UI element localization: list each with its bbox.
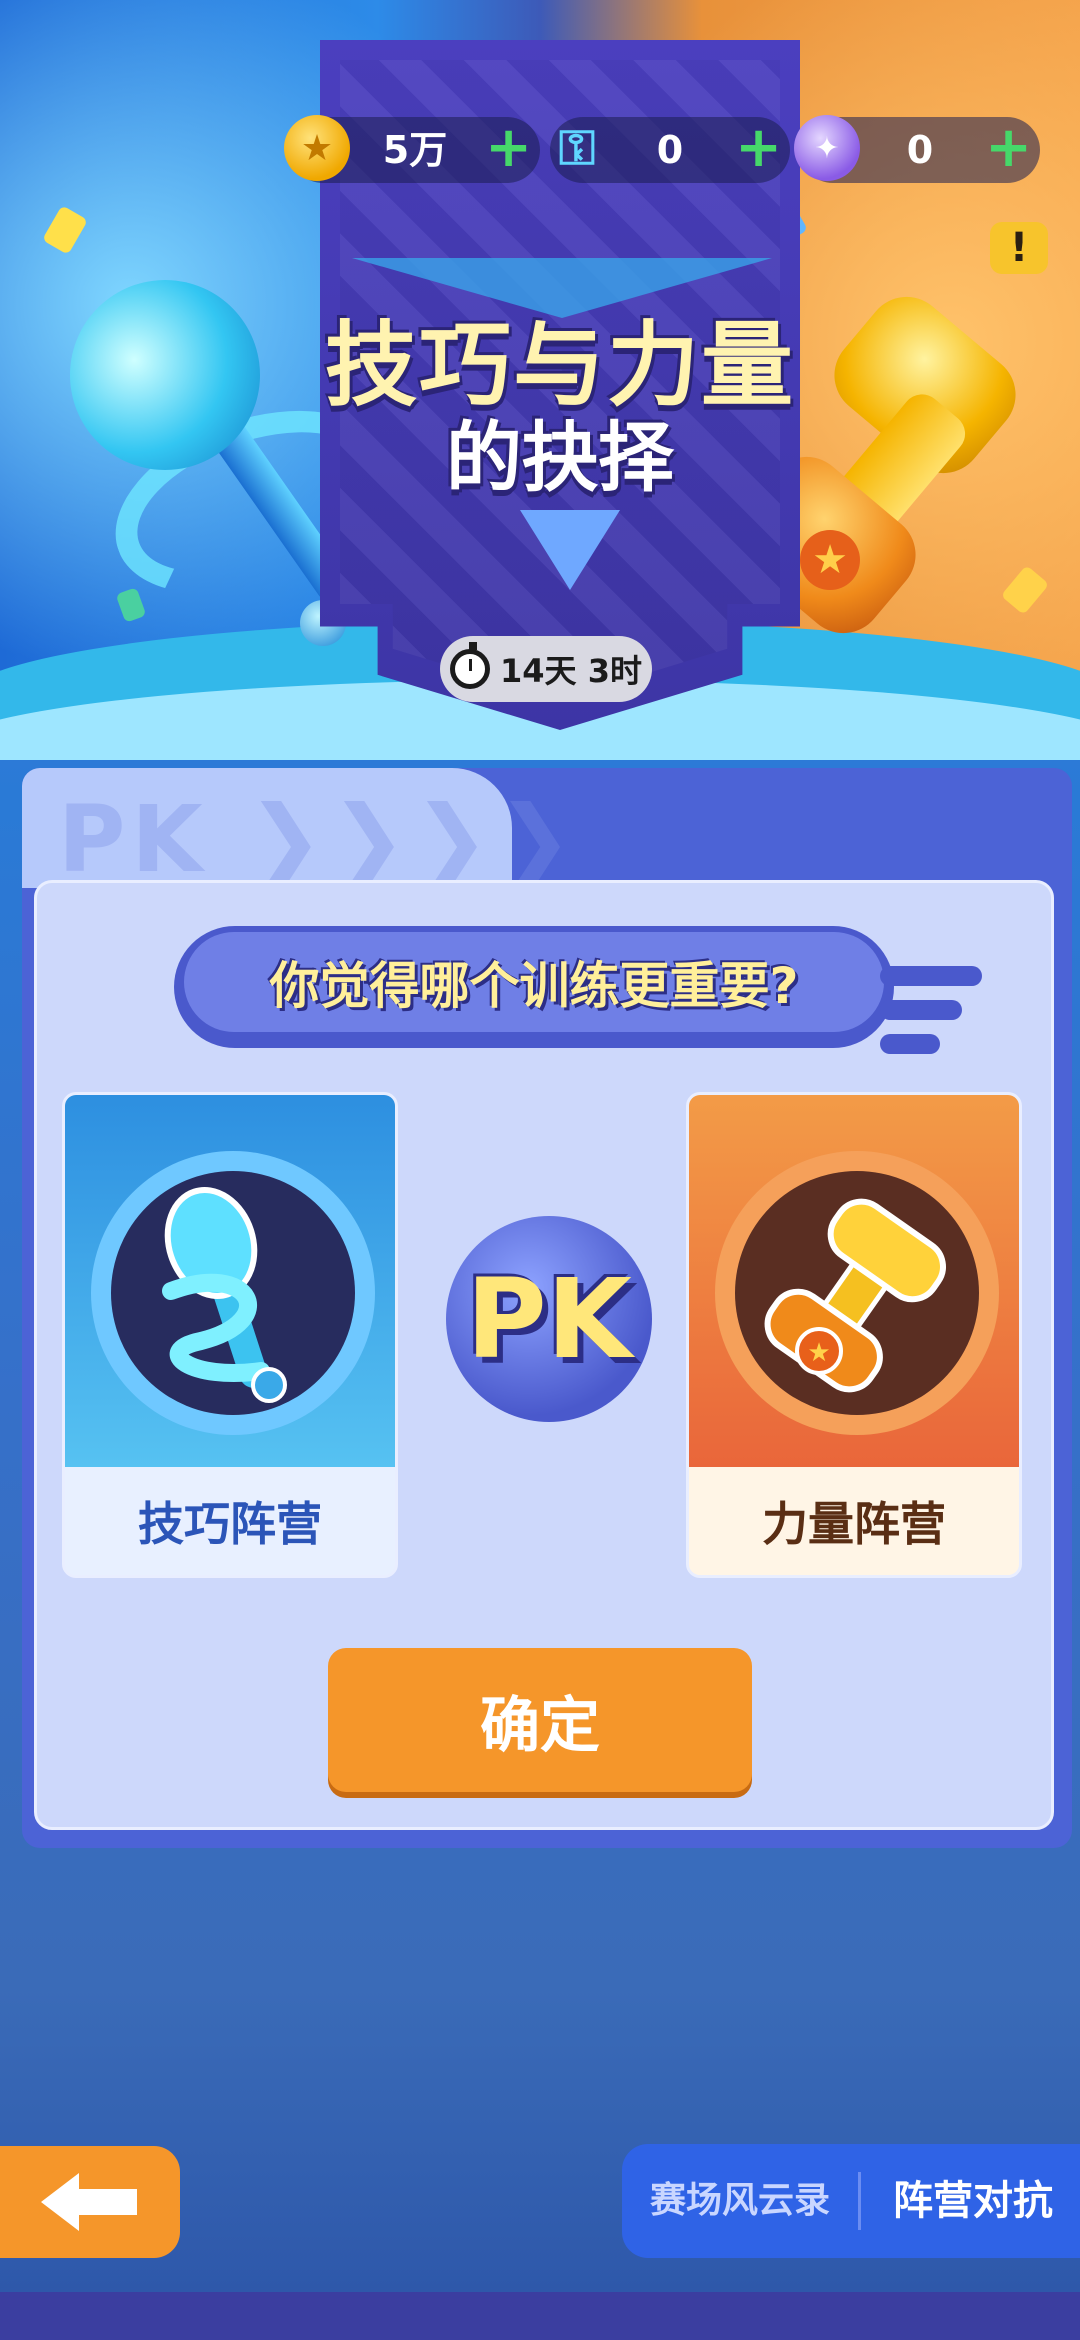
power-medal-inner: ★ xyxy=(735,1171,979,1415)
currency-key: ⚿ 0 + xyxy=(550,117,790,183)
question-streak xyxy=(880,966,982,986)
svg-text:★: ★ xyxy=(807,1338,830,1368)
question-streak xyxy=(880,1000,962,1020)
star-icon: ★ xyxy=(800,530,860,590)
skill-faction-label: 技巧阵营 xyxy=(65,1467,395,1575)
pk-watermark: PK ❯❯❯❯ xyxy=(58,786,580,893)
power-faction-card[interactable]: ★ 力量阵营 xyxy=(686,1092,1022,1578)
add-key-button[interactable]: + xyxy=(735,117,782,183)
confetti-piece xyxy=(42,205,88,255)
event-timer: 14天 3时 xyxy=(440,636,652,702)
timer-text: 14天 3时 xyxy=(500,652,642,690)
title-decor-triangle xyxy=(352,258,772,318)
pk-label: PK xyxy=(466,1255,632,1383)
gold-coin-icon: ★ xyxy=(284,115,350,181)
skill-card-header xyxy=(65,1095,395,1475)
match-record-button[interactable]: 赛场风云录 xyxy=(622,2144,858,2258)
currency-key-value: 0 xyxy=(656,128,684,172)
confetti-piece xyxy=(1000,565,1050,615)
power-card-header: ★ xyxy=(689,1095,1019,1475)
skill-faction-card[interactable]: 技巧阵营 xyxy=(62,1092,398,1578)
currency-token: ✦ 0 + xyxy=(794,115,1040,183)
skill-medal xyxy=(91,1151,375,1435)
currency-gold-value: 5万 xyxy=(382,128,448,172)
purple-token-icon: ✦ xyxy=(794,115,860,181)
currency-gold: ★ 5万 + xyxy=(284,115,540,183)
key-icon: ⚿ xyxy=(558,119,596,176)
nav-divider xyxy=(858,2172,861,2230)
confirm-button[interactable]: 确定 xyxy=(328,1648,752,1792)
add-gold-button[interactable]: + xyxy=(485,117,532,183)
currency-token-value: 0 xyxy=(906,128,934,172)
faction-battle-button[interactable]: 阵营对抗 xyxy=(866,2144,1080,2258)
back-button[interactable] xyxy=(0,2146,180,2258)
skill-medal-inner xyxy=(111,1171,355,1415)
power-faction-label: 力量阵营 xyxy=(689,1467,1019,1575)
bottom-bar xyxy=(0,2292,1080,2340)
bottom-right-nav: 赛场风云录 阵营对抗 xyxy=(622,2144,1080,2258)
title-decor-chevron xyxy=(520,510,620,590)
skill-staff-icon xyxy=(162,1187,287,1403)
power-dumbbell-icon: ★ xyxy=(764,1198,946,1393)
info-notice-icon[interactable]: ! xyxy=(990,222,1048,274)
confetti-piece xyxy=(115,587,147,623)
question-text: 你觉得哪个训练更重要? xyxy=(184,932,884,1032)
back-arrow-icon xyxy=(41,2173,137,2231)
pk-versus-badge: PK xyxy=(446,1216,652,1422)
power-medal: ★ xyxy=(715,1151,999,1435)
event-subtitle: 的抉择 xyxy=(446,413,674,502)
add-token-button[interactable]: + xyxy=(985,117,1032,183)
stopwatch-icon xyxy=(450,642,491,689)
question-streak xyxy=(880,1034,940,1054)
event-title: 技巧与力量 xyxy=(324,312,795,419)
